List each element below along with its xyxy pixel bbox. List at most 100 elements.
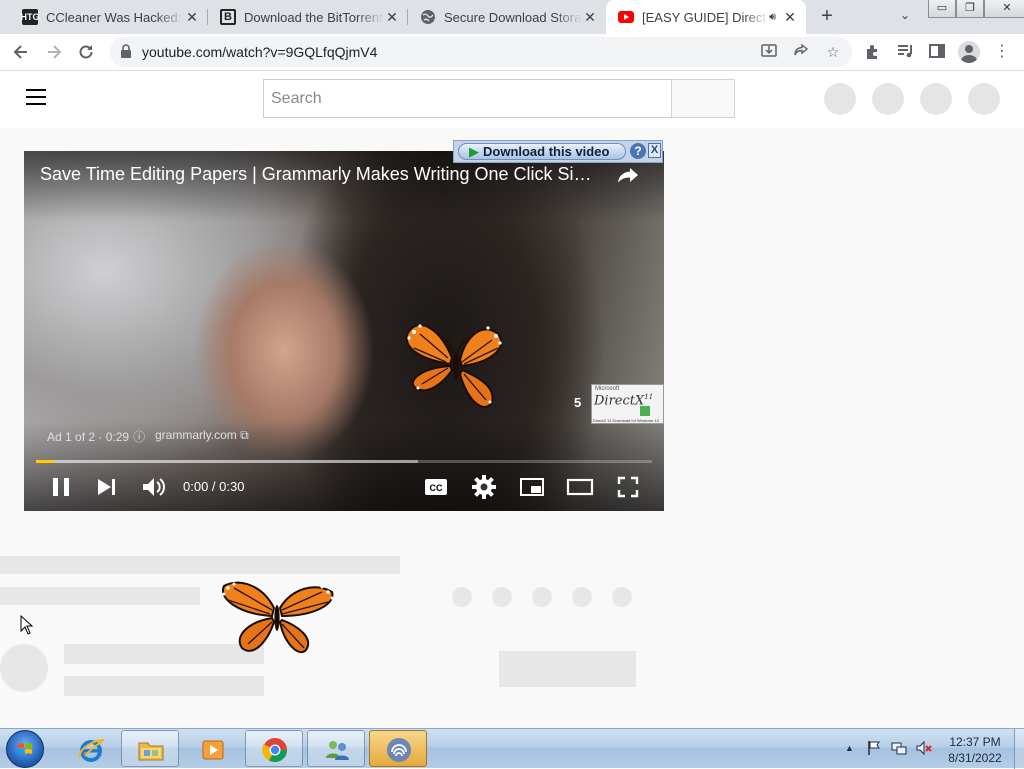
skeleton-subscribe-button: [499, 651, 636, 687]
windows-logo-icon: [18, 743, 32, 754]
captions-icon[interactable]: CC: [422, 473, 450, 501]
profile-avatar[interactable]: [958, 41, 980, 63]
video-player[interactable]: Save Time Editing Papers | Grammarly Mak…: [24, 151, 664, 511]
tab-title: [EASY GUIDE] DirectX: [642, 9, 770, 25]
header-placeholder-icon[interactable]: [968, 83, 1000, 115]
taskbar-chrome[interactable]: [245, 730, 303, 767]
skeleton-action: [492, 587, 512, 607]
tab-close-icon[interactable]: ✕: [384, 9, 400, 25]
close-overlay-button[interactable]: X: [648, 143, 661, 158]
header-placeholder-icon[interactable]: [872, 83, 904, 115]
speaker-icon[interactable]: 🔊︎: [769, 11, 776, 24]
search-input[interactable]: Search: [263, 79, 672, 118]
start-button[interactable]: [6, 730, 44, 768]
bookmark-star-icon[interactable]: ☆: [823, 42, 843, 62]
close-window-button[interactable]: ✕: [984, 0, 1024, 18]
ad-link[interactable]: grammarly.com ⧉: [155, 428, 249, 443]
globe-icon: [420, 9, 436, 25]
tab-title: CCleaner Was Hacked: What You Need to Kn…: [46, 9, 184, 25]
system-clock[interactable]: 12:37 PM 8/31/2022: [940, 734, 1010, 766]
next-icon[interactable]: [93, 473, 121, 501]
fullscreen-icon[interactable]: [614, 473, 642, 501]
progress-bar[interactable]: [36, 460, 652, 463]
miniplayer-icon[interactable]: [518, 473, 546, 501]
restore-button[interactable]: ❐: [956, 0, 984, 18]
ad-badge: Ad 1 of 2 · 0:29 ⓘ: [47, 428, 149, 445]
skeleton-subtitle: [0, 587, 200, 605]
svg-text:CC: CC: [430, 483, 443, 493]
progress-played: [36, 460, 55, 463]
tab-close-icon[interactable]: ✕: [184, 9, 200, 25]
thumbnail-caption: DirectX 11 Download for Windows 10: [593, 418, 659, 423]
lock-icon[interactable]: [120, 44, 134, 58]
show-desktop-button[interactable]: [1014, 729, 1024, 769]
skeleton-avatar: [0, 644, 48, 692]
volume-muted-icon[interactable]: [916, 740, 932, 756]
menu-kebab-icon[interactable]: ⋮: [992, 42, 1012, 62]
back-icon[interactable]: [11, 42, 31, 62]
thumbnail-text: DirectX: [594, 393, 645, 409]
time-display: 0:00 / 0:30: [183, 479, 245, 494]
taskbar-internet-explorer[interactable]: [61, 730, 119, 767]
reload-icon[interactable]: [76, 42, 96, 62]
network-icon[interactable]: [891, 740, 907, 756]
tab-ccleaner[interactable]: HTG CCleaner Was Hacked: What You Need t…: [10, 0, 208, 34]
pause-icon[interactable]: [47, 473, 75, 501]
info-icon[interactable]: ⓘ: [133, 430, 145, 444]
users-icon: [326, 741, 349, 760]
media-control-icon[interactable]: [895, 42, 915, 62]
bittorrent-icon: [387, 738, 411, 762]
tab-search-icon[interactable]: ⌄: [896, 8, 914, 26]
tab-close-icon[interactable]: ✕: [782, 9, 798, 25]
settings-gear-icon[interactable]: [470, 473, 498, 501]
ad-label: Ad 1 of 2 · 0:29: [47, 430, 130, 444]
forward-icon[interactable]: [44, 42, 64, 62]
new-tab-button[interactable]: +: [816, 6, 838, 28]
taskbar-media-player[interactable]: [183, 730, 241, 767]
search-button[interactable]: [671, 79, 735, 118]
download-video-button[interactable]: ▶ Download this video: [458, 143, 626, 160]
tab-title: Download the BitTorrent Web: [244, 9, 384, 25]
htg-icon: HTG: [21, 9, 40, 25]
side-panel-icon[interactable]: [927, 42, 947, 62]
header-placeholder-icon[interactable]: [920, 83, 952, 115]
taskbar-bittorrent[interactable]: [369, 730, 427, 767]
tab-bittorrent[interactable]: B Download the BitTorrent Web ✕: [208, 0, 408, 34]
play-arrow-icon: ▶: [469, 144, 479, 159]
theater-mode-icon[interactable]: [566, 473, 594, 501]
action-center-flag-icon[interactable]: [866, 740, 882, 756]
external-link-icon: ⧉: [240, 428, 249, 442]
tab-close-icon[interactable]: ✕: [582, 9, 598, 25]
volume-icon[interactable]: [139, 473, 167, 501]
url-text: youtube.com/watch?v=9GQLfqQjmV4: [142, 44, 378, 60]
taskbar-users[interactable]: [307, 730, 365, 767]
search-placeholder: Search: [271, 90, 322, 107]
header-placeholder-icon[interactable]: [824, 83, 856, 115]
skeleton-channel-subs: [64, 676, 264, 696]
thumbnail-version: 11: [644, 393, 654, 401]
hamburger-menu-icon[interactable]: [26, 89, 46, 105]
skip-countdown: 5: [574, 395, 582, 410]
chrome-icon: [262, 738, 287, 763]
tab-easy-guide-directx[interactable]: [EASY GUIDE] DirectX 🔊︎ ✕: [606, 0, 806, 34]
tab-secure-download[interactable]: Secure Download Storage ✕: [408, 0, 606, 34]
progress-buffered: [36, 460, 418, 463]
share-icon[interactable]: [616, 163, 640, 187]
extensions-icon[interactable]: [863, 42, 883, 62]
skeleton-action: [532, 587, 552, 607]
thumbnail-brand: Microsoft: [595, 386, 620, 392]
skeleton-action: [452, 587, 472, 607]
share-page-icon[interactable]: [791, 42, 811, 62]
download-button-label: Download this video: [483, 144, 610, 159]
mouse-cursor-icon: [20, 615, 34, 635]
help-button[interactable]: ?: [630, 143, 646, 159]
next-video-thumbnail[interactable]: Microsoft DirectX11 DirectX 11 Download …: [591, 384, 664, 424]
minimize-button[interactable]: ▭: [928, 0, 956, 18]
video-title[interactable]: Save Time Editing Papers | Grammarly Mak…: [40, 164, 600, 185]
install-app-icon[interactable]: [759, 42, 779, 62]
tab-strip: HTG CCleaner Was Hacked: What You Need t…: [0, 0, 1024, 34]
internet-explorer-icon: [78, 738, 105, 762]
taskbar-windows-explorer[interactable]: [121, 730, 179, 767]
address-bar[interactable]: youtube.com/watch?v=9GQLfqQjmV4 ☆: [110, 37, 852, 67]
show-hidden-icons-button[interactable]: ▲: [845, 743, 854, 753]
